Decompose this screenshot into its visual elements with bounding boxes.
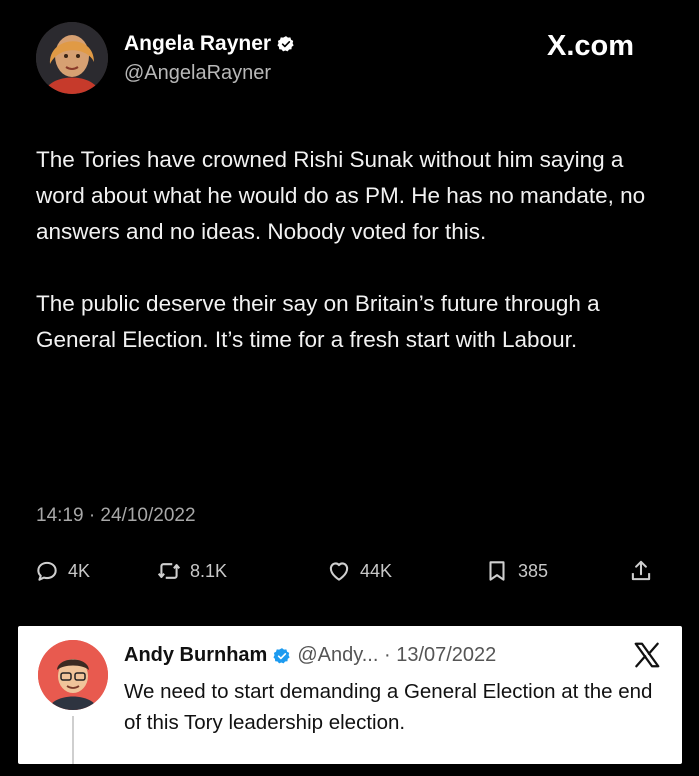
- site-label: X.com: [547, 30, 635, 62]
- verified-badge-icon: [277, 36, 294, 52]
- heart-icon: [329, 562, 349, 581]
- tweet-timestamp[interactable]: 14:19 · 24/10/2022: [36, 505, 196, 527]
- share-button[interactable]: [628, 558, 654, 584]
- x-logo-icon[interactable]: [632, 640, 662, 670]
- quoted-author-name[interactable]: Andy Burnham: [124, 644, 267, 667]
- bookmark-icon: [489, 561, 505, 581]
- bookmark-button[interactable]: 385: [484, 558, 548, 584]
- tweet-author-row: Angela Rayner: [124, 32, 295, 56]
- tweet-author-avatar[interactable]: [36, 22, 108, 94]
- quoted-text: We need to start demanding a General Ele…: [124, 680, 653, 734]
- quoted-meta: @Andy... · 13/07/2022: [297, 644, 497, 666]
- tweet-paragraph-2: The public deserve their say on Britain’…: [36, 291, 600, 352]
- quoted-author-avatar[interactable]: [38, 640, 108, 710]
- thread-line: [72, 716, 74, 764]
- like-button[interactable]: 44K: [326, 558, 392, 584]
- tweet-action-bar: 4K 8.1K 44K 385: [34, 558, 664, 590]
- tweet-body: The Tories have crowned Rishi Sunak with…: [36, 142, 666, 358]
- reply-icon: [37, 561, 57, 581]
- share-icon: [631, 560, 651, 581]
- verified-badge-icon: [273, 647, 290, 663]
- repost-icon: [157, 563, 181, 579]
- like-count: 44K: [360, 560, 393, 581]
- repost-button[interactable]: 8.1K: [156, 558, 227, 584]
- quoted-tweet-card[interactable]: Andy Burnham @Andy... · 13/07/2022 We ne…: [18, 626, 682, 764]
- repost-count: 8.1K: [190, 560, 228, 581]
- tweet-author-handle[interactable]: @AngelaRayner: [124, 62, 271, 85]
- tweet-paragraph-1: The Tories have crowned Rishi Sunak with…: [36, 147, 646, 244]
- reply-button[interactable]: 4K: [34, 558, 90, 584]
- quoted-header: Andy Burnham @Andy... · 13/07/2022: [124, 644, 496, 667]
- reply-count: 4K: [68, 560, 91, 581]
- bookmark-count: 385: [518, 560, 549, 581]
- tweet-author-name[interactable]: Angela Rayner: [124, 32, 271, 56]
